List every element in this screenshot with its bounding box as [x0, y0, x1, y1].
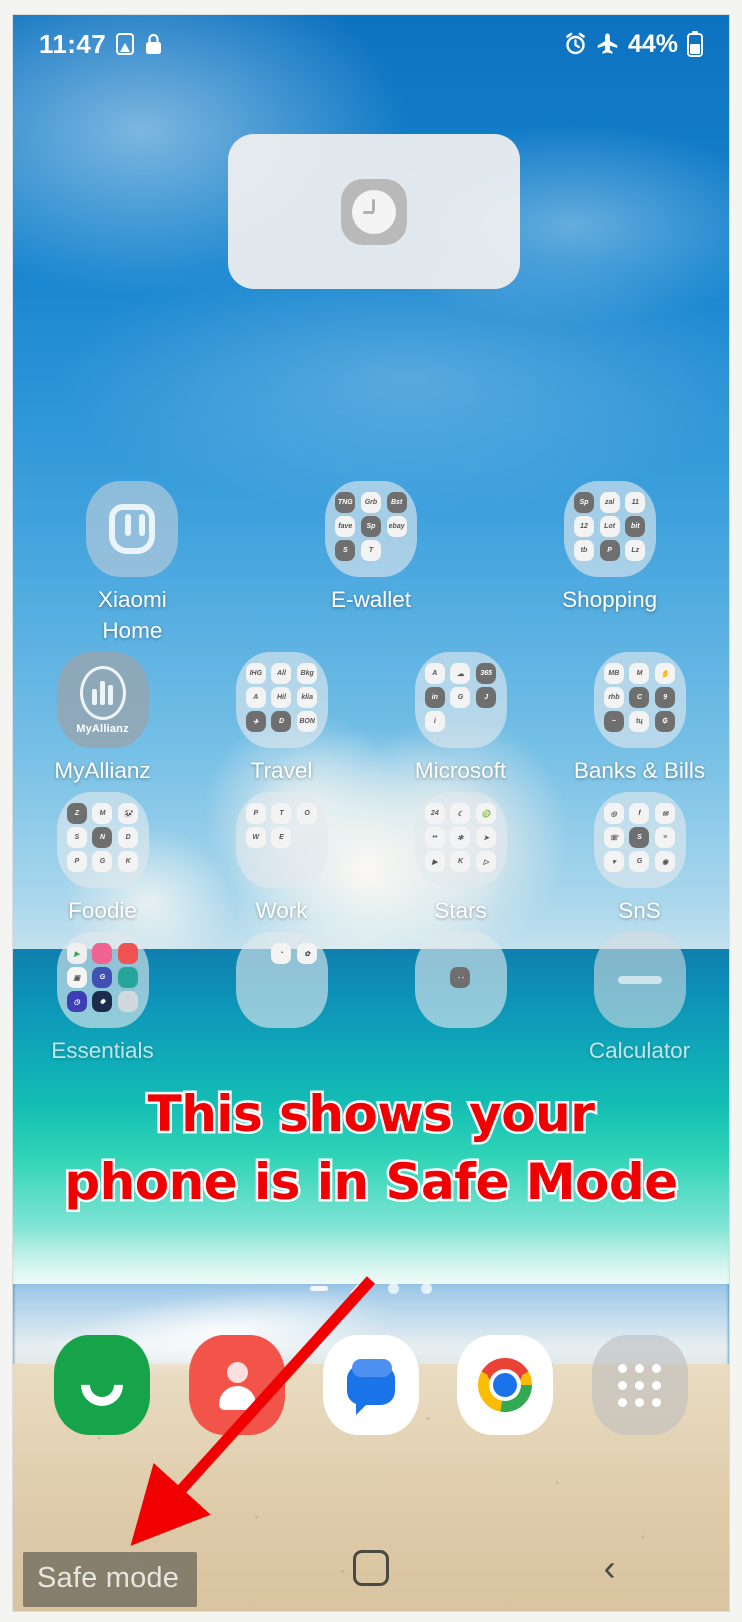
folder-icon[interactable]: 24 ☾ ♍ •• ✻ ➤ ▶ K ▷: [414, 792, 507, 889]
app-calculator[interactable]: Calculator: [560, 932, 720, 1066]
app-label: Essentials: [51, 1038, 154, 1064]
folder-icon[interactable]: Sp zal 11 12 Lot bit tb P Lz: [563, 481, 656, 577]
page-home-active[interactable]: [350, 1284, 366, 1299]
app-row-3: Z M 🐼 SND PGK Foodie PTO WE Work 24 ☾ ♍ …: [13, 792, 729, 926]
page-dot-1[interactable]: [310, 1286, 328, 1291]
page-dot-3[interactable]: [388, 1283, 399, 1294]
status-bar: 11:47 44%: [13, 15, 729, 73]
dock: [13, 1335, 729, 1435]
phone-icon[interactable]: [54, 1335, 151, 1435]
status-bar-clock: 11:47: [39, 28, 107, 59]
app-label: Travel: [250, 758, 313, 784]
safe-mode-badge: Safe mode: [23, 1552, 198, 1607]
myallianz-icon[interactable]: MyAllianz: [56, 652, 149, 749]
folder-icon[interactable]: ▶ ▣ G ◷ ✹: [56, 932, 149, 1029]
clock-icon: [341, 178, 407, 245]
airplane-mode-icon: [596, 32, 619, 56]
app-label: Microsoft: [414, 758, 507, 784]
folder-icon[interactable]: IHG All Bkg A Hil klia ✈ D BON: [235, 652, 328, 749]
page-dot-4[interactable]: [421, 1283, 432, 1294]
app-row-1: Xiaomi Home TNG Grb Bst fave Sp ebay ST E-wa…: [13, 481, 729, 646]
lock-icon: [144, 32, 163, 56]
folder-shopping[interactable]: Sp zal 11 12 Lot bit tb P Lz Shopping: [530, 481, 690, 615]
app-row-4: ▶ ▣ G ◷ ✹ Essentials ◔ ✿ 👓 Calculator: [13, 932, 729, 1066]
app-row-2: MyAllianz MyAllianz IHG All Bkg A Hil klia ✈…: [13, 652, 729, 786]
folder-row4-2[interactable]: ◔ ✿: [202, 932, 362, 1035]
folder-icon[interactable]: ◎ f ✉ ☏ S ≡ ▾ G ◉: [593, 792, 686, 889]
folder-work[interactable]: PTO WE Work: [202, 792, 362, 926]
folder-stars[interactable]: 24 ☾ ♍ •• ✻ ➤ ▶ K ▷ Stars: [381, 792, 541, 926]
back-button[interactable]: ‹: [550, 1550, 670, 1586]
screenshot-frame: 11:47 44% Xiaomi Home TNG Grb Bst fave S…: [0, 0, 742, 1622]
folder-icon[interactable]: PTO WE: [235, 792, 328, 889]
back-chevron-icon: ‹: [603, 1547, 616, 1588]
calculator-icon[interactable]: [593, 932, 686, 1029]
apps-grid-icon[interactable]: [591, 1335, 688, 1435]
status-bar-right: 44%: [564, 30, 703, 59]
folder-microsoft[interactable]: A ☁ 365 in G J i Microsoft: [381, 652, 541, 786]
battery-percent-label: 44%: [627, 29, 678, 58]
app-label: Shopping: [562, 587, 658, 612]
folder-essentials[interactable]: ▶ ▣ G ◷ ✹ Essentials: [23, 932, 183, 1066]
folder-foodie[interactable]: Z M 🐼 SND PGK Foodie: [23, 792, 183, 926]
folder-banks-bills[interactable]: MB M ✋ rhb C 9 ~ tц ₲ Banks & Bills: [560, 652, 720, 786]
folder-icon[interactable]: Z M 🐼 SND PGK: [56, 792, 149, 889]
folder-icon[interactable]: TNG Grb Bst fave Sp ebay ST: [324, 481, 417, 577]
folder-row4-3[interactable]: 👓: [381, 932, 541, 1035]
annotation-text: This shows your phone is in Safe Mode: [62, 1083, 681, 1214]
page-indicator[interactable]: [13, 1283, 729, 1299]
app-myallianz[interactable]: MyAllianz MyAllianz: [23, 652, 183, 786]
folder-icon[interactable]: MB M ✋ rhb C 9 ~ tц ₲: [593, 652, 686, 749]
alarm-icon: [564, 32, 587, 56]
home-button[interactable]: [311, 1550, 431, 1586]
phone-screen: 11:47 44% Xiaomi Home TNG Grb Bst fave S…: [12, 14, 730, 1612]
app-label: Calculator: [588, 1038, 691, 1064]
app-label: Stars: [434, 898, 487, 924]
folder-icon[interactable]: ◔ ✿: [235, 932, 328, 1029]
app-xiaomi-home[interactable]: Xiaomi Home: [52, 481, 212, 646]
xiaomi-home-icon[interactable]: [86, 481, 179, 577]
status-bar-left: 11:47: [39, 29, 163, 60]
app-grid: Xiaomi Home TNG Grb Bst fave Sp ebay ST E-wa…: [13, 481, 729, 1072]
app-label: Work: [255, 898, 308, 924]
folder-sns[interactable]: ◎ f ✉ ☏ S ≡ ▾ G ◉ SnS: [560, 792, 720, 926]
app-label: MyAllianz: [54, 758, 151, 784]
app-label: Foodie: [68, 898, 137, 924]
home-icon: [352, 1550, 389, 1586]
app-label: Banks & Bills: [573, 758, 706, 784]
app-label: SnS: [618, 898, 661, 924]
folder-travel[interactable]: IHG All Bkg A Hil klia ✈ D BON Travel: [202, 652, 362, 786]
clock-widget[interactable]: [228, 134, 520, 289]
chrome-icon[interactable]: [457, 1335, 554, 1435]
contacts-icon[interactable]: [188, 1335, 285, 1435]
battery-icon: [687, 31, 703, 57]
folder-icon[interactable]: 👓: [414, 932, 507, 1029]
folder-icon[interactable]: A ☁ 365 in G J i: [414, 652, 507, 749]
messages-icon[interactable]: [322, 1335, 419, 1435]
app-label: E-wallet: [330, 587, 411, 612]
sim-card-warning-icon: [115, 32, 135, 56]
app-label: Xiaomi Home: [97, 587, 167, 644]
folder-e-wallet[interactable]: TNG Grb Bst fave Sp ebay ST E-wallet: [291, 481, 451, 615]
